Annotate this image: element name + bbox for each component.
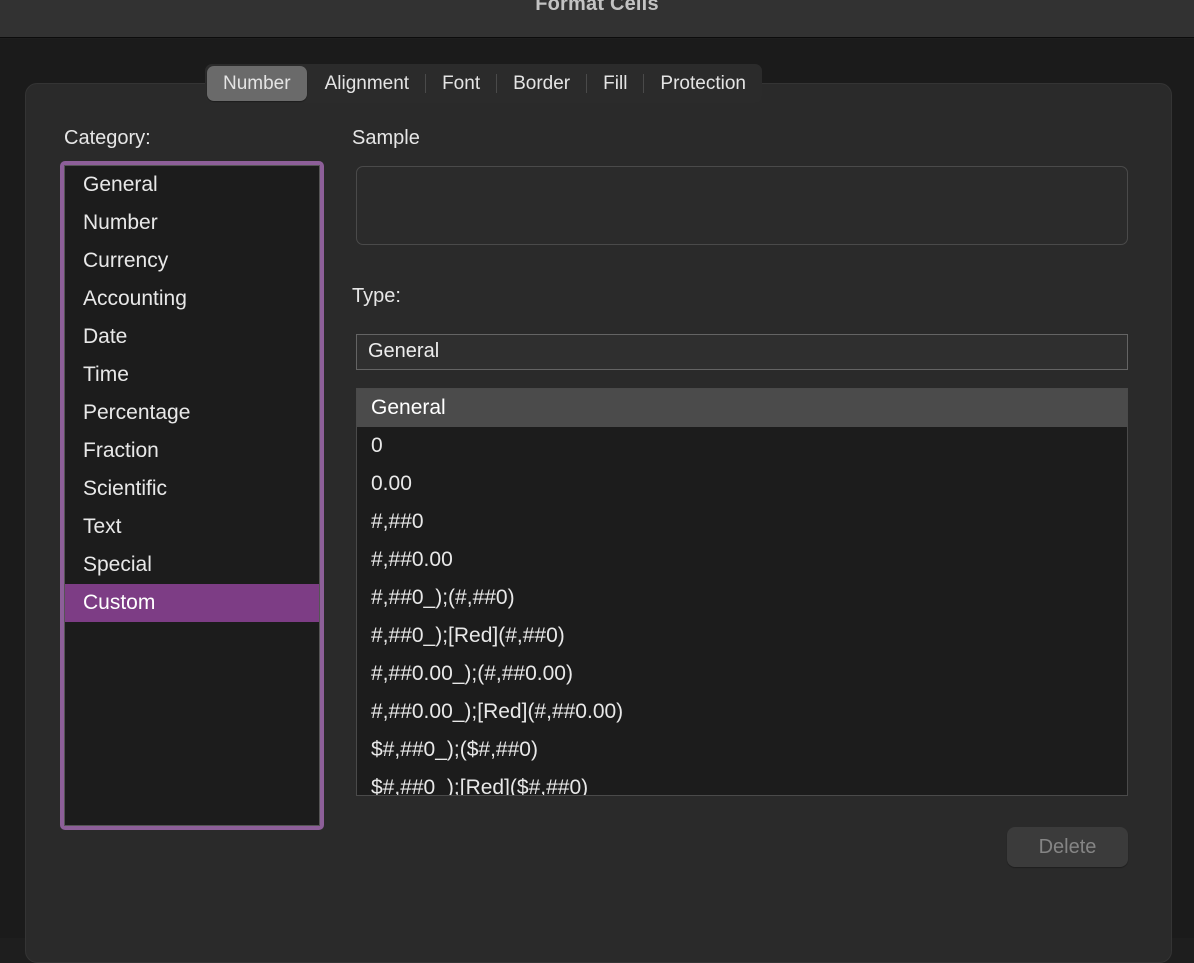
category-item-label: Scientific [83, 477, 168, 500]
format-code-item[interactable]: #,##0.00_);[Red](#,##0.00) [357, 693, 1127, 731]
format-code-listbox[interactable]: General 0 0.00 #,##0 #,##0.00 #,##0_);(#… [356, 388, 1128, 796]
category-item-label: General [83, 173, 158, 196]
window-title: Format Cells [535, 0, 659, 15]
tab-alignment-label: Alignment [324, 72, 410, 94]
tab-protection-label: Protection [660, 72, 746, 94]
category-item-custom[interactable]: Custom [65, 584, 319, 622]
format-code-item[interactable]: General [357, 389, 1127, 427]
category-item-label: Number [83, 211, 158, 234]
number-tab-panel: Category: General Number Currency Accoun… [25, 83, 1172, 963]
tab-border[interactable]: Border [497, 66, 586, 101]
category-item-label: Text [83, 515, 122, 538]
format-code-label: 0 [371, 434, 383, 457]
format-code-label: #,##0_);(#,##0) [371, 586, 515, 609]
category-item-label: Accounting [83, 287, 187, 310]
category-item-label: Custom [83, 591, 156, 614]
type-input[interactable]: General [356, 334, 1128, 370]
type-input-value: General [368, 340, 440, 362]
tab-number-label: Number [223, 72, 291, 94]
format-code-label: #,##0.00 [371, 548, 453, 571]
format-code-label: #,##0 [371, 510, 424, 533]
format-code-item[interactable]: $#,##0_);($#,##0) [357, 731, 1127, 769]
tab-number[interactable]: Number [207, 66, 307, 101]
format-code-item[interactable]: #,##0.00 [357, 541, 1127, 579]
format-code-label: $#,##0_);($#,##0) [371, 738, 538, 761]
category-item-label: Fraction [83, 439, 159, 462]
category-listbox-inner: General Number Currency Accounting Date … [64, 165, 320, 826]
sample-value [357, 167, 1127, 187]
category-item-date[interactable]: Date [65, 318, 319, 356]
category-item-currency[interactable]: Currency [65, 242, 319, 280]
format-code-item[interactable]: #,##0.00_);(#,##0.00) [357, 655, 1127, 693]
category-item-scientific[interactable]: Scientific [65, 470, 319, 508]
category-item-general[interactable]: General [65, 166, 319, 204]
tab-fill[interactable]: Fill [587, 66, 643, 101]
category-item-special[interactable]: Special [65, 546, 319, 584]
category-item-label: Special [83, 553, 152, 576]
tab-font-label: Font [442, 72, 481, 94]
tab-font[interactable]: Font [426, 66, 496, 101]
category-listbox[interactable]: General Number Currency Accounting Date … [60, 161, 324, 830]
tab-alignment[interactable]: Alignment [309, 66, 426, 101]
sample-label: Sample [352, 127, 420, 149]
category-item-label: Currency [83, 249, 169, 272]
format-code-item[interactable]: #,##0_);[Red](#,##0) [357, 617, 1127, 655]
format-code-item[interactable]: 0.00 [357, 465, 1127, 503]
format-code-label: $#,##0_);[Red]($#,##0) [371, 776, 589, 796]
format-code-item[interactable]: #,##0 [357, 503, 1127, 541]
category-item-text[interactable]: Text [65, 508, 319, 546]
format-code-item[interactable]: 0 [357, 427, 1127, 465]
format-code-label: #,##0.00_);(#,##0.00) [371, 662, 573, 685]
category-item-label: Time [83, 363, 129, 386]
format-code-label: 0.00 [371, 472, 412, 495]
type-label: Type: [352, 285, 401, 307]
category-item-label: Date [83, 325, 128, 348]
tab-fill-label: Fill [603, 72, 628, 94]
sample-preview-box [356, 166, 1128, 245]
category-item-number[interactable]: Number [65, 204, 319, 242]
delete-button[interactable]: Delete [1007, 827, 1128, 867]
window-titlebar: Format Cells [0, 0, 1194, 38]
format-cells-tabbar: Number Alignment Font Border Fill Protec… [205, 64, 762, 103]
category-item-accounting[interactable]: Accounting [65, 280, 319, 318]
category-item-percentage[interactable]: Percentage [65, 394, 319, 432]
category-item-time[interactable]: Time [65, 356, 319, 394]
tab-protection[interactable]: Protection [644, 66, 762, 101]
format-code-item[interactable]: $#,##0_);[Red]($#,##0) [357, 769, 1127, 796]
format-code-label: General [371, 396, 446, 419]
category-item-fraction[interactable]: Fraction [65, 432, 319, 470]
format-code-label: #,##0_);[Red](#,##0) [371, 624, 565, 647]
tab-border-label: Border [513, 72, 571, 94]
format-code-label: #,##0.00_);[Red](#,##0.00) [371, 700, 624, 723]
format-code-item[interactable]: #,##0_);(#,##0) [357, 579, 1127, 617]
category-label: Category: [64, 127, 151, 149]
category-item-label: Percentage [83, 401, 191, 424]
